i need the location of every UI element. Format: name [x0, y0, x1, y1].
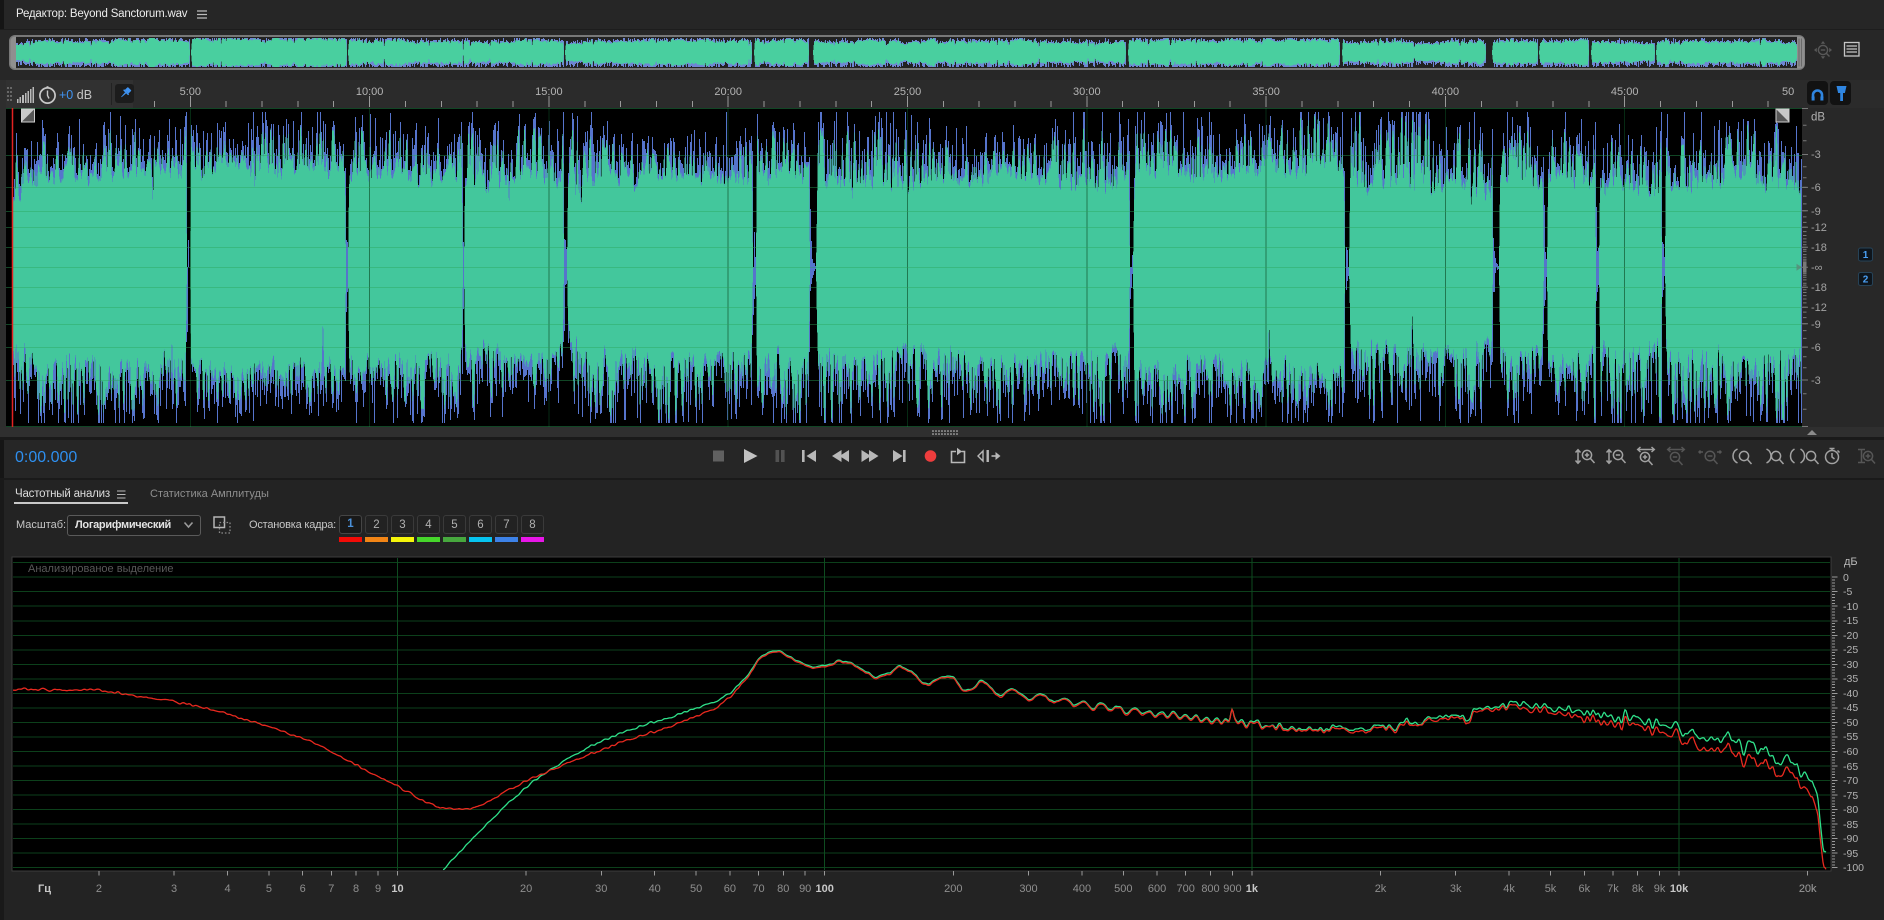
svg-text:60: 60: [724, 883, 736, 895]
svg-text:50: 50: [1782, 86, 1794, 98]
svg-text:90: 90: [799, 883, 811, 895]
svg-text:-12: -12: [1811, 302, 1827, 314]
svg-text:800: 800: [1201, 883, 1219, 895]
svg-text:50: 50: [690, 883, 702, 895]
svg-text:5: 5: [266, 883, 272, 895]
svg-text:-50: -50: [1843, 717, 1858, 729]
svg-text:-95: -95: [1843, 848, 1858, 860]
svg-text:5k: 5k: [1545, 883, 1557, 895]
svg-text:7: 7: [328, 883, 334, 895]
svg-text:500: 500: [1114, 883, 1132, 895]
svg-text:70: 70: [752, 883, 764, 895]
svg-text:-12: -12: [1811, 222, 1827, 234]
svg-text:-6: -6: [1811, 342, 1821, 354]
svg-text:-3: -3: [1811, 149, 1821, 161]
svg-text:6k: 6k: [1578, 883, 1590, 895]
svg-text:-18: -18: [1811, 282, 1827, 294]
svg-text:700: 700: [1177, 883, 1195, 895]
svg-text:3k: 3k: [1450, 883, 1462, 895]
svg-text:-80: -80: [1843, 804, 1858, 816]
svg-text:-9: -9: [1811, 319, 1821, 331]
svg-text:35:00: 35:00: [1252, 86, 1280, 98]
svg-text:900: 900: [1223, 883, 1241, 895]
svg-text:-35: -35: [1843, 673, 1858, 685]
svg-text:15:00: 15:00: [535, 86, 563, 98]
svg-text:-70: -70: [1843, 775, 1858, 787]
svg-text:-65: -65: [1843, 761, 1858, 773]
svg-text:25:00: 25:00: [894, 86, 922, 98]
svg-text:30: 30: [595, 883, 607, 895]
svg-text:-∞: -∞: [1811, 262, 1823, 274]
svg-text:40:00: 40:00: [1432, 86, 1460, 98]
svg-text:10k: 10k: [1670, 883, 1689, 895]
svg-text:80: 80: [777, 883, 789, 895]
svg-text:-55: -55: [1843, 731, 1858, 743]
svg-text:20:00: 20:00: [714, 86, 742, 98]
svg-text:-5: -5: [1843, 586, 1852, 598]
svg-text:-15: -15: [1843, 615, 1858, 627]
svg-text:400: 400: [1073, 883, 1091, 895]
svg-text:-60: -60: [1843, 746, 1858, 758]
svg-text:-3: -3: [1811, 375, 1821, 387]
svg-text:9k: 9k: [1654, 883, 1666, 895]
svg-text:-90: -90: [1843, 833, 1858, 845]
svg-text:-45: -45: [1843, 702, 1858, 714]
svg-text:300: 300: [1019, 883, 1037, 895]
svg-text:30:00: 30:00: [1073, 86, 1101, 98]
svg-text:2k: 2k: [1375, 883, 1387, 895]
svg-text:5:00: 5:00: [180, 86, 201, 98]
svg-text:45:00: 45:00: [1611, 86, 1639, 98]
svg-text:дБ: дБ: [1844, 556, 1858, 568]
svg-text:3: 3: [171, 883, 177, 895]
svg-text:-85: -85: [1843, 819, 1858, 831]
svg-text:8k: 8k: [1632, 883, 1644, 895]
svg-text:-40: -40: [1843, 688, 1858, 700]
svg-text:-100: -100: [1843, 862, 1864, 874]
svg-text:200: 200: [944, 883, 962, 895]
svg-text:1: 1: [1863, 250, 1869, 261]
svg-text:9: 9: [375, 883, 381, 895]
svg-text:-30: -30: [1843, 659, 1858, 671]
svg-text:dB: dB: [1811, 112, 1825, 124]
svg-text:-10: -10: [1843, 601, 1858, 613]
svg-text:-18: -18: [1811, 242, 1827, 254]
svg-text:-20: -20: [1843, 630, 1858, 642]
svg-text:20: 20: [520, 883, 532, 895]
svg-text:2: 2: [1863, 275, 1869, 286]
svg-text:10:00: 10:00: [356, 86, 384, 98]
svg-text:-75: -75: [1843, 790, 1858, 802]
svg-text:4k: 4k: [1503, 883, 1515, 895]
svg-text:100: 100: [816, 883, 834, 895]
svg-text:Гц: Гц: [38, 883, 51, 895]
svg-text:-25: -25: [1843, 644, 1858, 656]
svg-text:-9: -9: [1811, 206, 1821, 218]
svg-text:2: 2: [96, 883, 102, 895]
svg-text:-6: -6: [1811, 182, 1821, 194]
svg-text:0: 0: [1843, 572, 1849, 584]
svg-text:600: 600: [1148, 883, 1166, 895]
svg-text:8: 8: [353, 883, 359, 895]
svg-text:40: 40: [649, 883, 661, 895]
svg-text:20k: 20k: [1799, 883, 1817, 895]
svg-text:10: 10: [391, 883, 403, 895]
svg-text:1k: 1k: [1246, 883, 1259, 895]
svg-text:4: 4: [224, 883, 230, 895]
svg-text:7k: 7k: [1607, 883, 1619, 895]
svg-text:6: 6: [300, 883, 306, 895]
svg-text:Анализированое выделение: Анализированое выделение: [28, 563, 174, 575]
